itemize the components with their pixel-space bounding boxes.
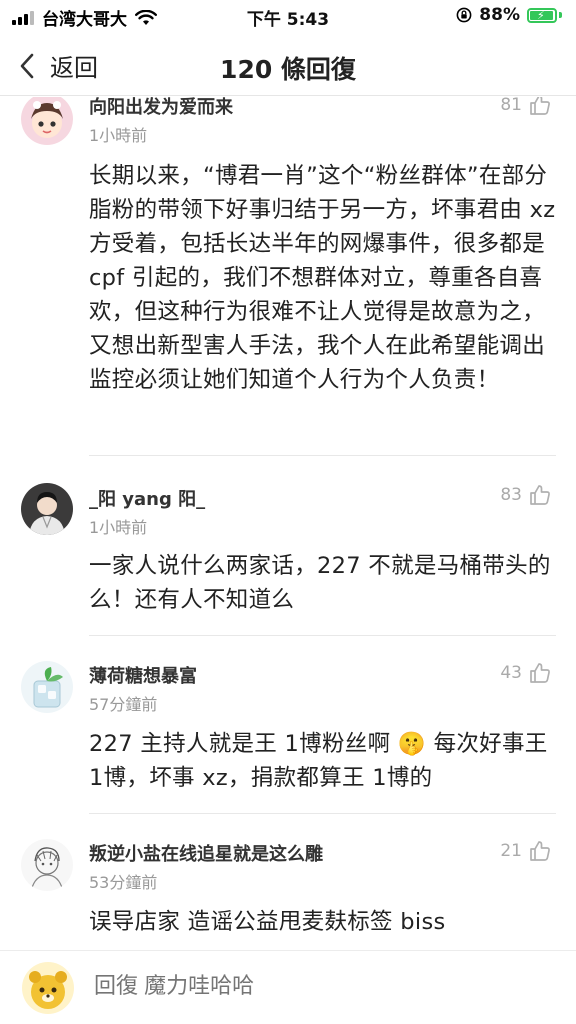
like-button[interactable]: 81 <box>500 97 552 117</box>
like-count: 21 <box>500 841 522 861</box>
chevron-left-icon <box>20 53 34 78</box>
avatar[interactable] <box>22 962 74 1014</box>
thumbs-up-icon <box>530 485 550 505</box>
reply-bar <box>0 950 576 1024</box>
nav-bar: 返回 120 條回復 <box>0 36 576 96</box>
comment-text: 227 主持人就是王 1博粉丝啊 🤫 每次好事王 1博，坏事 xz，捐款都算王 … <box>89 731 548 791</box>
comment-text: 长期以来，“博君一肖”这个“粉丝群体”在部分脂粉的带领下好事归结于另一方，坏事君… <box>89 163 556 393</box>
thumbs-up-icon <box>530 97 550 115</box>
username[interactable]: _阳 yang 阳_ <box>89 485 205 511</box>
comment-text: 一家人说什么两家话，227 不就是马桶带头的么！还有人不知道么 <box>89 553 551 613</box>
like-count: 83 <box>500 485 522 505</box>
reply-input[interactable] <box>94 973 382 999</box>
comment-item: _阳 yang 阳_ 1小時前 83 一家人说什么两家话，227 不就是马桶带头… <box>0 457 576 637</box>
avatar[interactable] <box>21 483 73 535</box>
avatar[interactable] <box>21 661 73 713</box>
username[interactable]: 向阳出发为爱而来 <box>89 97 233 119</box>
divider <box>89 635 556 636</box>
battery-icon: ⚡ <box>527 7 557 23</box>
timestamp: 1小時前 <box>89 518 148 537</box>
comment-item: 向阳出发为爱而来 1小時前 81 长期以来，“博君一肖”这个“粉丝群体”在部分脂… <box>0 97 576 457</box>
status-right: 88% ⚡ <box>456 5 562 25</box>
like-count: 81 <box>500 97 522 115</box>
divider <box>89 455 556 456</box>
thumbs-up-icon <box>530 841 550 861</box>
back-label: 返回 <box>50 54 98 82</box>
username[interactable]: 叛逆小盐在线追星就是这么雕 <box>89 840 323 866</box>
comment-text: 误导店家 造谣公益甩麦麸标签 biss <box>89 909 446 935</box>
status-bar: 台湾大哥大 下午 5:43 88% ⚡ <box>0 0 576 32</box>
timestamp: 1小時前 <box>89 126 148 145</box>
timestamp: 53分鐘前 <box>89 873 158 892</box>
like-count: 43 <box>500 663 522 683</box>
back-button[interactable]: 返回 <box>18 48 98 83</box>
comment-item: 叛逆小盐在线追星就是这么雕 53分鐘前 21 误导店家 造谣公益甩麦麸标签 bi… <box>0 815 576 950</box>
divider <box>89 813 556 814</box>
comment-list[interactable]: 向阳出发为爱而来 1小時前 81 长期以来，“博君一肖”这个“粉丝群体”在部分脂… <box>0 97 576 950</box>
avatar[interactable] <box>21 97 73 145</box>
like-button[interactable]: 21 <box>500 839 552 863</box>
battery-cap <box>559 12 562 18</box>
like-button[interactable]: 83 <box>500 483 552 507</box>
timestamp: 57分鐘前 <box>89 695 158 714</box>
comment-item: 薄荷糖想暴富 57分鐘前 43 227 主持人就是王 1博粉丝啊 🤫 每次好事王… <box>0 637 576 815</box>
battery-percent: 88% <box>479 5 520 25</box>
username[interactable]: 薄荷糖想暴富 <box>89 662 197 688</box>
avatar[interactable] <box>21 839 73 891</box>
orientation-lock-icon <box>456 7 472 23</box>
thumbs-up-icon <box>530 663 550 683</box>
like-button[interactable]: 43 <box>500 661 552 685</box>
